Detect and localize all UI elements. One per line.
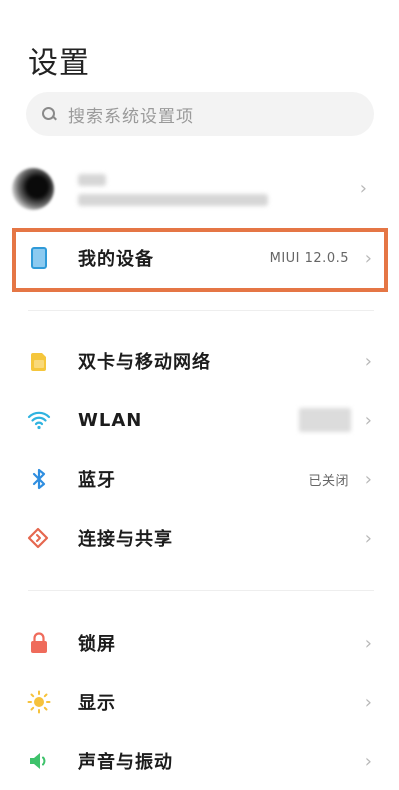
search-placeholder: 搜索系统设置项 (68, 106, 194, 127)
account-name-blurred (78, 174, 106, 186)
wlan-item[interactable]: WLAN › (0, 391, 399, 449)
lock-icon (27, 631, 51, 655)
sim-network-item[interactable]: 双卡与移动网络 › (0, 332, 399, 390)
chevron-right-icon: › (364, 632, 372, 654)
account-id-blurred (78, 194, 268, 206)
highlight-box (12, 228, 388, 292)
bluetooth-item[interactable]: 蓝牙 已关闭 › (0, 450, 399, 508)
sun-icon (27, 690, 51, 714)
lock-screen-label: 锁屏 (78, 634, 116, 655)
wlan-label: WLAN (78, 409, 143, 431)
display-label: 显示 (78, 693, 116, 714)
sim-network-label: 双卡与移动网络 (78, 352, 211, 373)
chevron-right-icon: › (364, 750, 372, 772)
chevron-right-icon: › (364, 350, 372, 372)
chevron-right-icon: › (364, 527, 372, 549)
connection-share-icon (27, 526, 51, 550)
divider (28, 310, 374, 311)
bluetooth-status: 已关闭 (308, 473, 349, 489)
wlan-network-blurred (299, 408, 351, 432)
chevron-right-icon: › (364, 691, 372, 713)
sound-vibration-item[interactable]: 声音与振动 › (0, 732, 399, 790)
chevron-right-icon: › (359, 178, 367, 199)
sound-vibration-label: 声音与振动 (78, 752, 173, 773)
account-row[interactable]: › (12, 160, 382, 218)
chevron-right-icon: › (364, 468, 372, 490)
wifi-icon (27, 408, 51, 432)
sim-card-icon (27, 349, 51, 373)
bluetooth-label: 蓝牙 (78, 470, 116, 491)
chevron-right-icon: › (364, 409, 372, 431)
page-title: 设置 (28, 46, 90, 81)
lock-screen-item[interactable]: 锁屏 › (0, 614, 399, 672)
speaker-icon (27, 749, 51, 773)
connection-share-label: 连接与共享 (78, 529, 173, 550)
display-item[interactable]: 显示 › (0, 673, 399, 731)
connection-share-item[interactable]: 连接与共享 › (0, 509, 399, 567)
bluetooth-icon (27, 467, 51, 491)
avatar (12, 168, 54, 210)
search-icon (42, 107, 56, 121)
search-bar[interactable]: 搜索系统设置项 (26, 92, 374, 136)
divider (28, 590, 374, 591)
